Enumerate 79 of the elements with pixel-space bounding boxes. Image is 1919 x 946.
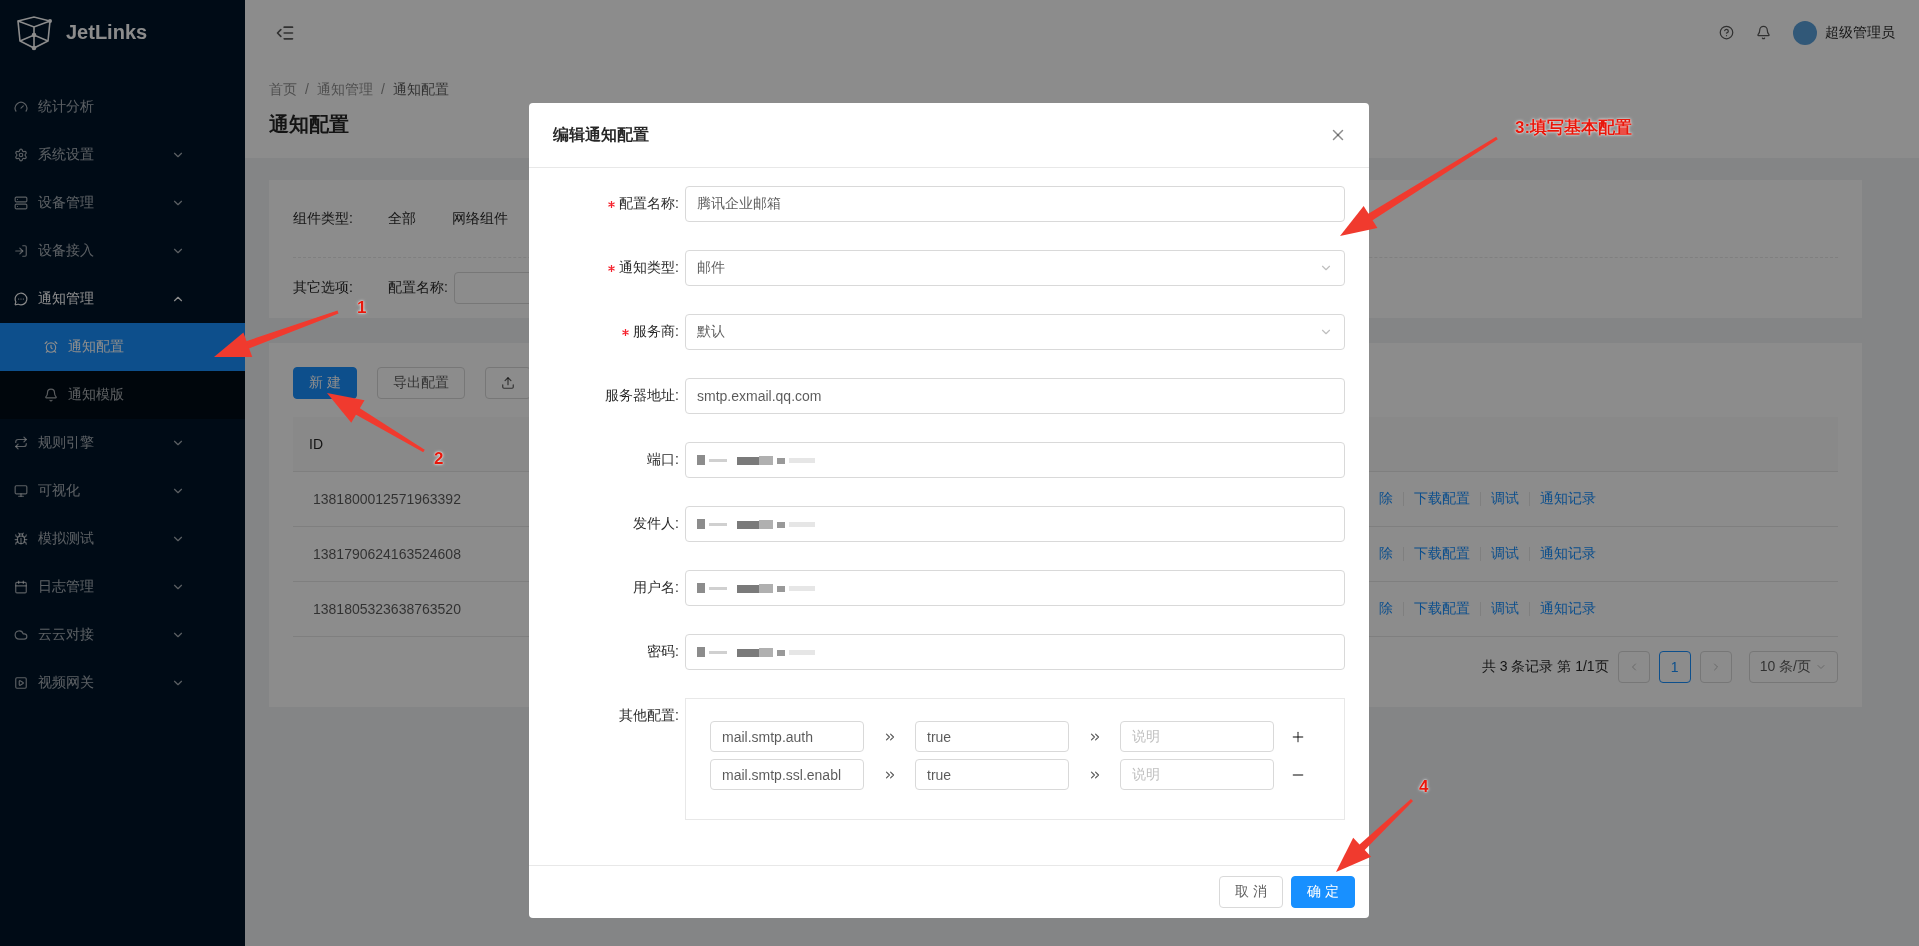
page-title: 通知配置 — [269, 112, 349, 137]
required-icon — [622, 328, 630, 336]
annotation-label: 1 — [357, 298, 367, 318]
form-label: 配置名称: — [619, 195, 679, 213]
sidebar-item[interactable]: 设备接入 — [0, 227, 245, 275]
filter-option[interactable]: 网络组件 — [452, 209, 508, 228]
sidebar-subitem[interactable]: 通知配置 — [0, 323, 245, 371]
user-name[interactable]: 超级管理员 — [1825, 23, 1895, 42]
annotation-label: 4 — [1419, 777, 1429, 797]
logo-text: JetLinks — [66, 21, 148, 44]
sidebar-item[interactable]: 设备管理 — [0, 179, 245, 227]
filter-label: 其它选项: — [293, 279, 354, 297]
action-link[interactable]: 通知记录 — [1540, 545, 1596, 563]
breadcrumb-item[interactable]: 首页 — [269, 81, 297, 99]
form-label: 服务器地址: — [605, 387, 679, 405]
key-input-field[interactable]: mail.smtp.auth — [710, 721, 864, 752]
avatar[interactable] — [1793, 20, 1817, 45]
input-field[interactable] — [685, 634, 1345, 670]
field-label: 配置名称: — [388, 279, 448, 297]
form-label: 用户名: — [633, 579, 679, 597]
action-link[interactable]: 下载配置 — [1414, 600, 1470, 618]
pagination-summary: 共 3 条记录 第 1/1页 — [1481, 658, 1609, 676]
sidebar-subitem[interactable]: 通知模版 — [0, 371, 245, 419]
cancel-button[interactable]: 取 消 — [1219, 876, 1284, 908]
note-input-field[interactable]: 说明 — [1120, 759, 1274, 790]
action-link[interactable]: 除 — [1379, 545, 1393, 563]
new-button[interactable]: 新 建 — [293, 367, 357, 399]
sidebar-item[interactable]: 统计分析 — [0, 83, 245, 131]
breadcrumb-separator: / — [380, 81, 385, 99]
filter-label: 组件类型: — [293, 209, 354, 228]
breadcrumb-item: 通知配置 — [392, 81, 449, 99]
required-icon — [608, 200, 616, 208]
confirm-button[interactable]: 确 定 — [1291, 876, 1355, 908]
sidebar-item[interactable]: 系统设置 — [0, 131, 245, 179]
form-label: 服务商: — [633, 323, 679, 341]
form-label: 密码: — [647, 643, 679, 661]
sidebar-item[interactable]: 日志管理 — [0, 563, 245, 611]
action-link[interactable]: 下载配置 — [1414, 545, 1470, 563]
key-input-field[interactable]: mail.smtp.ssl.enabl — [710, 759, 864, 790]
export-button[interactable]: 导出配置 — [376, 367, 465, 399]
action-link[interactable]: 调试 — [1491, 545, 1519, 563]
value-input-field[interactable]: true — [915, 721, 1069, 752]
annotation-label: 3:填写基本配置 — [1515, 117, 1633, 139]
sidebar-item[interactable]: 通知管理 — [0, 275, 245, 323]
required-icon — [608, 264, 616, 272]
form-label: 通知类型: — [619, 259, 679, 277]
sidebar-item[interactable]: 云云对接 — [0, 611, 245, 659]
input-field[interactable] — [685, 442, 1345, 478]
action-link[interactable]: 除 — [1379, 600, 1393, 618]
sidebar-item[interactable]: 视频网关 — [0, 659, 245, 707]
sidebar-item[interactable]: 规则引擎 — [0, 419, 245, 467]
page-button[interactable]: 1 — [1658, 651, 1691, 683]
action-link[interactable]: 调试 — [1491, 490, 1519, 508]
input-field[interactable]: 腾讯企业邮箱 — [685, 186, 1345, 222]
filter-option[interactable]: 全部 — [388, 209, 416, 228]
sidebar-item[interactable]: 模拟测试 — [0, 515, 245, 563]
input-field[interactable] — [685, 570, 1345, 606]
note-input-field[interactable]: 说明 — [1120, 721, 1274, 752]
import-button[interactable] — [484, 367, 531, 399]
alarm-icon — [44, 340, 58, 354]
action-link[interactable]: 调试 — [1491, 600, 1519, 618]
input-field[interactable] — [685, 506, 1345, 542]
action-link[interactable]: 通知记录 — [1540, 600, 1596, 618]
annotation-label: 2 — [434, 449, 444, 469]
dialog-title: 编辑通知配置 — [553, 124, 649, 145]
action-link[interactable]: 除 — [1379, 490, 1393, 508]
value-input-field[interactable]: true — [915, 759, 1069, 790]
select-field[interactable]: 默认 — [685, 314, 1345, 350]
action-link[interactable]: 通知记录 — [1540, 490, 1596, 508]
input-field[interactable]: smtp.exmail.qq.com — [685, 378, 1345, 414]
breadcrumb-separator: / — [305, 81, 309, 99]
form-label: 其他配置: — [619, 707, 679, 725]
page-size-select[interactable]: 10 条/页 — [1748, 651, 1838, 683]
form-label: 端口: — [647, 451, 679, 469]
select-field[interactable]: 邮件 — [685, 250, 1345, 286]
chat-bubble-icon — [14, 292, 28, 306]
sidebar-item[interactable]: 可视化 — [0, 467, 245, 515]
cube-logo-icon — [14, 14, 54, 51]
action-link[interactable]: 下载配置 — [1414, 490, 1470, 508]
